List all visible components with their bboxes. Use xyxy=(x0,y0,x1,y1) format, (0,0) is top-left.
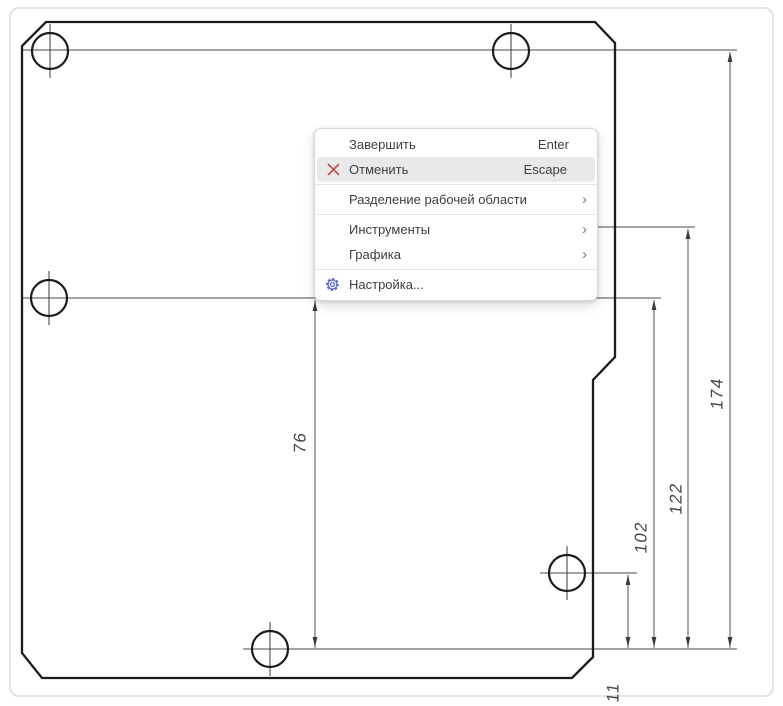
dim-label-11: 11 xyxy=(604,681,623,704)
dim-label-122: 122 xyxy=(667,481,686,516)
menu-item-cancel[interactable]: Отменить Escape xyxy=(317,157,595,182)
menu-item-label: Настройка... xyxy=(349,277,424,292)
submenu-chevron-icon: › xyxy=(582,221,587,238)
menu-item-label: Разделение рабочей области xyxy=(349,192,527,207)
submenu-chevron-icon: › xyxy=(582,191,587,208)
menu-item-finish[interactable]: Завершить Enter xyxy=(315,132,597,157)
menu-item-label: Графика xyxy=(349,247,401,262)
cad-drawing-canvas[interactable]: 76 11 102 122 174 xyxy=(0,0,783,706)
dim-label-174: 174 xyxy=(708,376,727,411)
dimension-labels: 76 11 102 122 174 xyxy=(291,376,727,703)
menu-item-label: Инструменты xyxy=(349,222,431,237)
menu-item-workspace-split[interactable]: Разделение рабочей области › xyxy=(315,187,597,212)
menu-item-tools[interactable]: Инструменты › xyxy=(315,217,597,242)
menu-item-label: Завершить xyxy=(349,137,416,152)
plate-outline xyxy=(20,20,617,680)
menu-item-settings[interactable]: Настройка... xyxy=(315,272,597,297)
shortcut-enter: Enter xyxy=(537,137,569,152)
menu-separator xyxy=(315,214,597,215)
shortcut-escape: Escape xyxy=(523,162,567,177)
gear-icon xyxy=(315,277,349,292)
context-menu: Завершить Enter Отменить Escape Разделен… xyxy=(314,128,598,301)
menu-item-graphics[interactable]: Графика › xyxy=(315,242,597,267)
dim-label-76: 76 xyxy=(291,431,310,455)
dim-label-102: 102 xyxy=(632,520,651,555)
menu-separator xyxy=(315,184,597,185)
cancel-x-icon xyxy=(317,163,349,176)
menu-separator xyxy=(315,269,597,270)
submenu-chevron-icon: › xyxy=(582,246,587,263)
menu-item-label: Отменить xyxy=(349,162,409,177)
hole-crosshairs xyxy=(48,24,568,676)
